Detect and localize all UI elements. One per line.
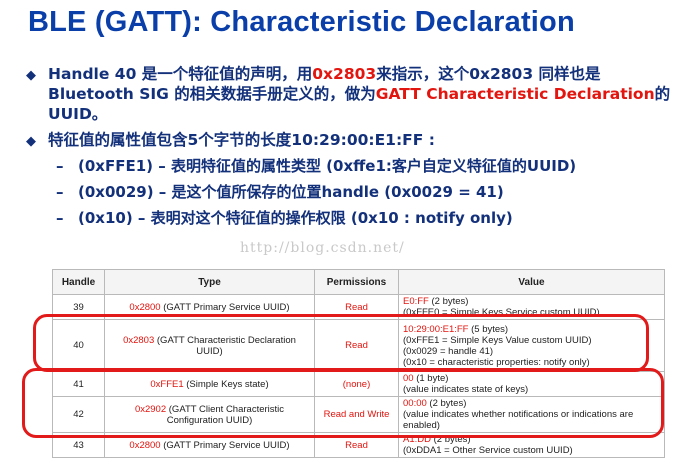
permissions-cell: Read: [314, 319, 399, 372]
col-header-handle: Handle: [52, 269, 105, 295]
table-row: 43 0x2800 (GATT Primary Service UUID) Re…: [52, 432, 665, 458]
diamond-bullet-icon: ◆: [26, 68, 36, 83]
gatt-table: Handle Type Permissions Value 39 0x2800 …: [52, 269, 665, 458]
watermark: http://blog.csdn.net/: [240, 240, 405, 256]
bullet2-text: 特征值的属性值包含5个字节的长度10:29:00:E1:FF :: [48, 131, 435, 149]
bullet-list: ◆ Handle 40 是一个特征值的声明，用0x2803来指示，这个0x280…: [26, 64, 674, 228]
type-cell: 0x2902 (GATT Client Characteristic Confi…: [104, 396, 315, 433]
type-cell: 0x2803 (GATT Characteristic Declaration …: [104, 319, 315, 372]
sub-item-text: (0x0029) – 是这个值所保存的位置handle (0x0029 = 41…: [78, 183, 504, 201]
value-cell: E0:FF (2 bytes) (0xFFE0 = Simple Keys Ser…: [398, 294, 665, 320]
value-cell: 10:29:00:E1:FF (5 bytes) (0xFFE1 = Simple…: [398, 319, 665, 372]
type-cell: 0x2800 (GATT Primary Service UUID): [104, 294, 315, 320]
diamond-bullet-icon: ◆: [26, 134, 36, 149]
dash-bullet-icon: –: [56, 157, 64, 175]
table-row: 41 0xFFE1 (Simple Keys state) (none) 00 …: [52, 371, 665, 397]
sub-item-text: (0xFFE1) – 表明特征值的属性类型 (0xffe1:客户自定义特征值的U…: [78, 157, 577, 175]
permissions-cell: Read: [314, 294, 399, 320]
bullet1-red-term: GATT Characteristic Declaration: [375, 85, 655, 103]
handle-cell: 43: [52, 432, 105, 458]
bullet-handle-40: ◆ Handle 40 是一个特征值的声明，用0x2803来指示，这个0x280…: [26, 64, 674, 124]
table-row: 42 0x2902 (GATT Client Characteristic Co…: [52, 396, 665, 433]
permissions-cell: Read: [314, 432, 399, 458]
sub-item: – (0x0029) – 是这个值所保存的位置handle (0x0029 = …: [26, 182, 674, 202]
handle-cell: 40: [52, 319, 105, 372]
permissions-cell: (none): [314, 371, 399, 397]
permissions-cell: Read and Write: [314, 396, 399, 433]
col-header-type: Type: [104, 269, 315, 295]
col-header-value: Value: [398, 269, 665, 295]
bullet-attribute-value: ◆ 特征值的属性值包含5个字节的长度10:29:00:E1:FF :: [26, 130, 674, 150]
table-header-row: Handle Type Permissions Value: [52, 269, 665, 295]
value-cell: 00:00 (2 bytes) (value indicates whether …: [398, 396, 665, 433]
handle-cell: 41: [52, 371, 105, 397]
sub-item: – (0xFFE1) – 表明特征值的属性类型 (0xffe1:客户自定义特征值…: [26, 156, 674, 176]
col-header-permissions: Permissions: [314, 269, 399, 295]
sub-item: – (0x10) – 表明对这个特征值的操作权限 (0x10 : notify …: [26, 208, 674, 228]
handle-cell: 42: [52, 396, 105, 433]
value-cell: A1:DD (2 bytes) (0xDDA1 = Other Service c…: [398, 432, 665, 458]
table-row: 39 0x2800 (GATT Primary Service UUID) Re…: [52, 294, 665, 320]
bullet1-text-a: Handle 40 是一个特征值的声明，用: [48, 65, 313, 83]
dash-bullet-icon: –: [56, 209, 64, 227]
table-row: 40 0x2803 (GATT Characteristic Declarati…: [52, 319, 665, 372]
slide-title: BLE (GATT): Characteristic Declaration: [28, 6, 575, 38]
type-cell: 0x2800 (GATT Primary Service UUID): [104, 432, 315, 458]
value-cell: 00 (1 byte) (value indicates state of key…: [398, 371, 665, 397]
dash-bullet-icon: –: [56, 183, 64, 201]
bullet1-code: 0x2803: [312, 65, 377, 83]
type-cell: 0xFFE1 (Simple Keys state): [104, 371, 315, 397]
handle-cell: 39: [52, 294, 105, 320]
sub-item-text: (0x10) – 表明对这个特征值的操作权限 (0x10 : notify on…: [78, 209, 513, 227]
